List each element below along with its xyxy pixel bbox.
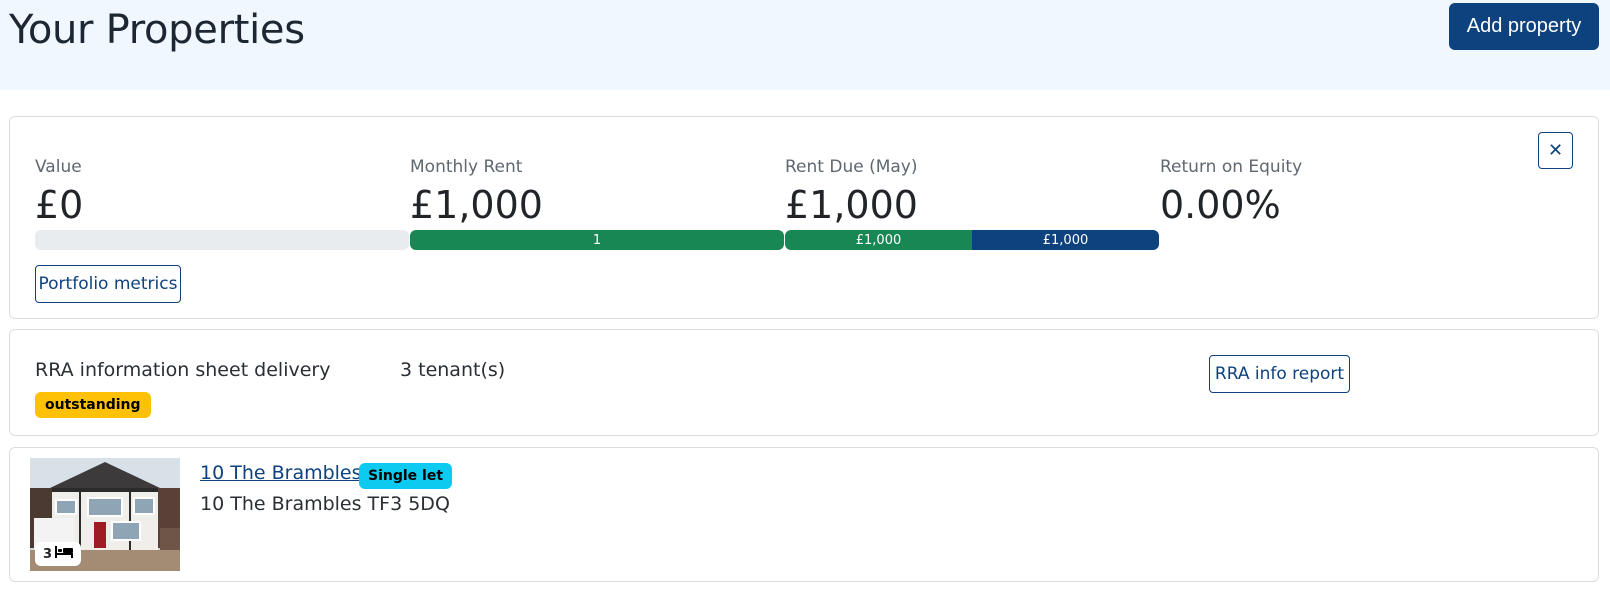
monthly-rent-label: Monthly Rent (410, 157, 523, 177)
close-icon[interactable]: ✕ (1538, 132, 1573, 169)
metric-value-label: Value (35, 157, 82, 177)
page-title: Your Properties (9, 7, 305, 53)
bedroom-count: 3 (43, 546, 53, 562)
rra-info-report-button[interactable]: RRA info report (1209, 355, 1350, 393)
rent-due-outstanding-segment: £1,000 (972, 230, 1159, 250)
rent-due-progress-bar: £1,000 £1,000 (785, 230, 1159, 250)
bed-icon (55, 546, 74, 562)
property-name-link[interactable]: 10 The Brambles (200, 462, 362, 484)
status-badge: outstanding (35, 392, 151, 418)
return-on-equity-amount: 0.00% (1160, 183, 1281, 227)
return-on-equity-label: Return on Equity (1160, 157, 1303, 177)
rent-due-amount: £1,000 (785, 183, 918, 227)
rra-title: RRA information sheet delivery (35, 359, 331, 381)
portfolio-metrics-button[interactable]: Portfolio metrics (35, 265, 181, 303)
property-card: 3 10 The Brambles Single let 10 The Bram… (9, 447, 1599, 582)
property-address: 10 The Brambles TF3 5DQ (200, 493, 450, 515)
bedroom-count-badge: 3 (35, 542, 82, 566)
tenant-count: 3 tenant(s) (400, 359, 506, 381)
monthly-rent-progress-bar: 1 (410, 230, 784, 250)
metric-return-on-equity: Return on Equity 0.00% (1160, 157, 1534, 227)
metrics-card: Value £0 Monthly Rent £1,000 1 Rent Due … (9, 116, 1599, 319)
property-type-badge: Single let (359, 463, 453, 489)
property-photo[interactable]: 3 (30, 458, 180, 571)
value-progress-bar (35, 230, 409, 250)
metric-value: Value £0 (35, 157, 409, 227)
rent-due-paid-segment: £1,000 (785, 230, 972, 250)
metric-monthly-rent: Monthly Rent £1,000 (410, 157, 784, 227)
metric-value-amount: £0 (35, 183, 84, 227)
monthly-rent-progress-fill: 1 (410, 230, 784, 250)
metric-rent-due: Rent Due (May) £1,000 (785, 157, 1159, 227)
rra-card: RRA information sheet delivery outstandi… (9, 329, 1599, 436)
monthly-rent-amount: £1,000 (410, 183, 543, 227)
rent-due-label: Rent Due (May) (785, 157, 918, 177)
add-property-button[interactable]: Add property (1449, 3, 1599, 50)
